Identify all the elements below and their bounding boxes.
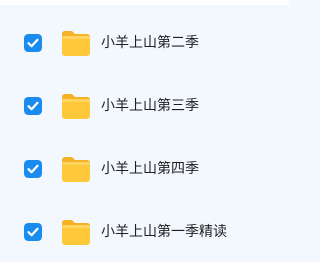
folder-name: 小羊上山第四季: [101, 161, 199, 177]
folder-list: 小羊上山第二季 小羊上山第三季 小羊上山第四季 小羊上山第一季精读: [0, 0, 289, 262]
folder-icon: [62, 94, 90, 119]
checkbox-checked-icon[interactable]: [24, 97, 42, 115]
folder-name: 小羊上山第一季精读: [101, 224, 227, 240]
folder-icon: [62, 157, 90, 182]
folder-row[interactable]: 小羊上山第一季精读: [0, 212, 289, 252]
folder-name: 小羊上山第三季: [101, 98, 199, 114]
folder-row[interactable]: 小羊上山第二季: [0, 23, 289, 63]
checkbox-checked-icon[interactable]: [24, 223, 42, 241]
folder-row[interactable]: 小羊上山第三季: [0, 86, 289, 126]
folder-icon: [62, 220, 90, 245]
folder-name: 小羊上山第二季: [101, 35, 199, 51]
checkbox-checked-icon[interactable]: [24, 34, 42, 52]
folder-row[interactable]: 小羊上山第四季: [0, 149, 289, 189]
folder-icon: [62, 31, 90, 56]
checkbox-checked-icon[interactable]: [24, 160, 42, 178]
